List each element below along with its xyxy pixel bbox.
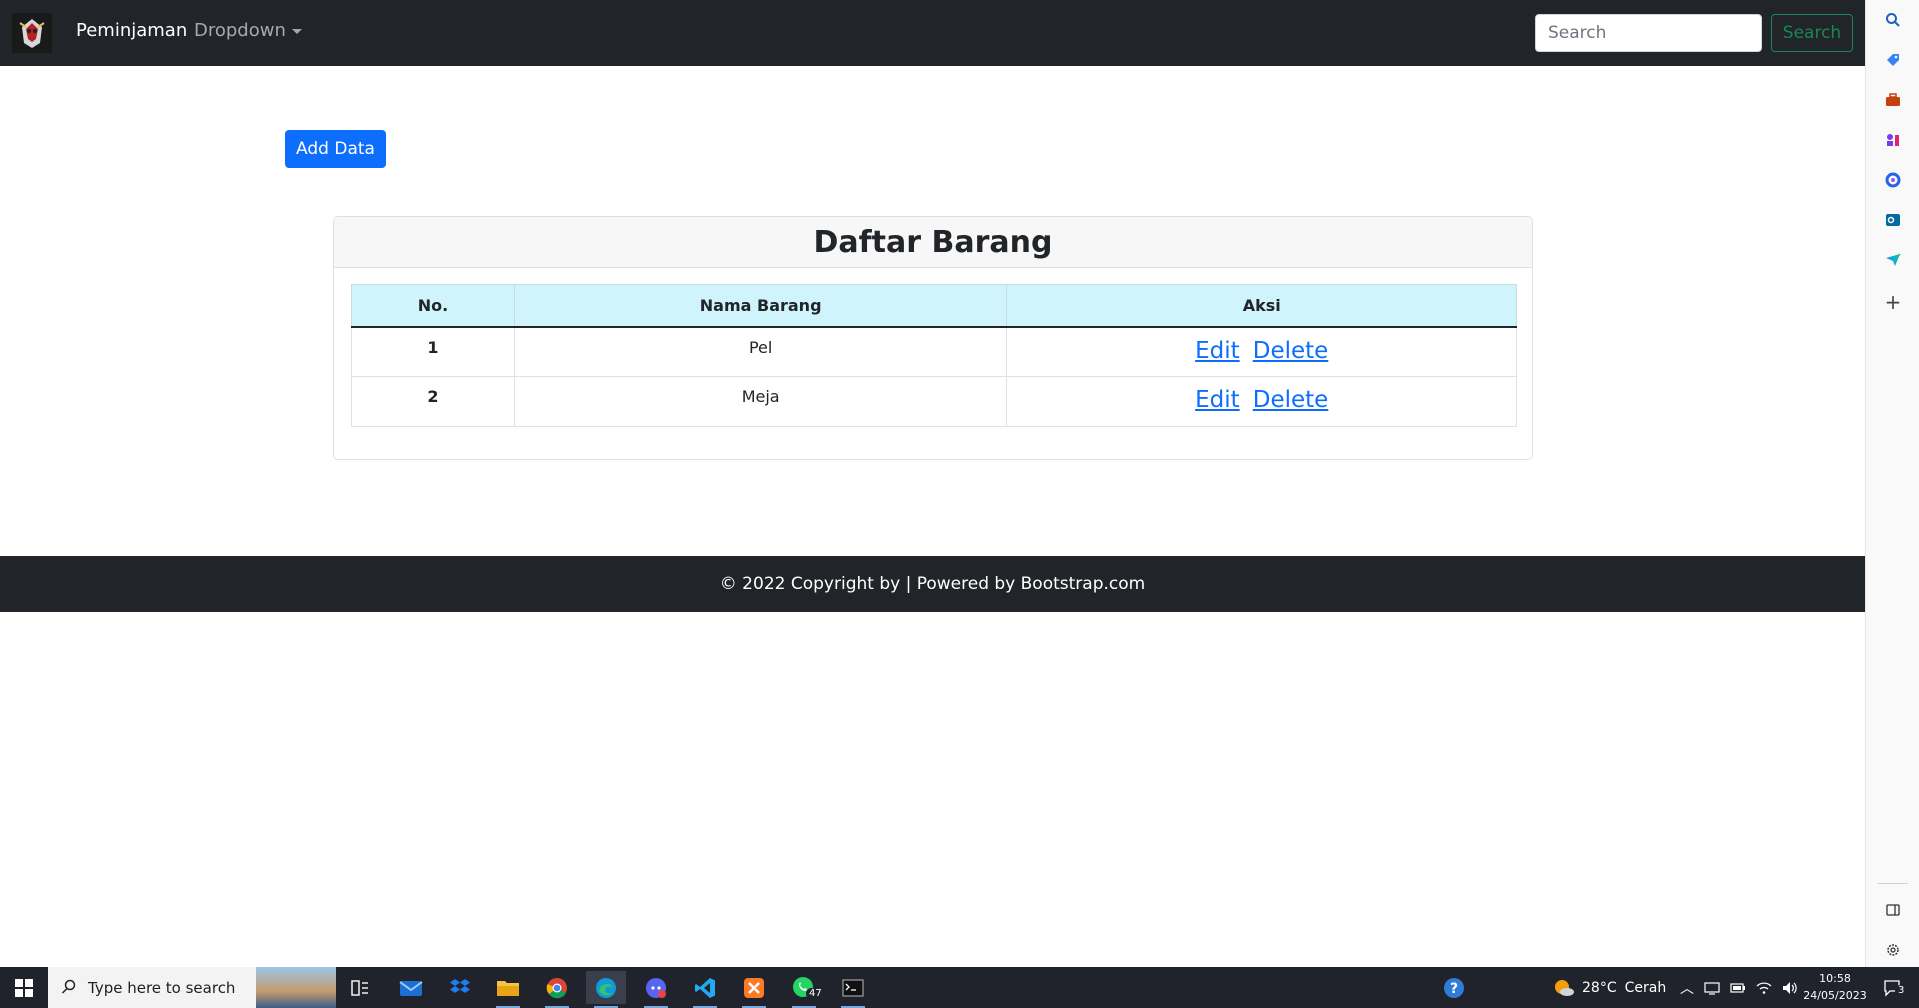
network-device-icon[interactable] — [1704, 981, 1720, 995]
sidebar-toggle-icon[interactable] — [1883, 900, 1903, 920]
footer: © 2022 Copyright by | Powered by Bootstr… — [0, 556, 1865, 612]
navbar-brand[interactable]: Peminjaman — [76, 20, 187, 41]
column-header-nama-barang: Nama Barang — [513, 284, 1008, 328]
footer-text: © 2022 Copyright by | Powered by Bootstr… — [719, 574, 1146, 594]
edge-sidebar: + — [1865, 0, 1919, 967]
dropbox-icon[interactable] — [440, 971, 480, 1004]
table-row: 2 Meja Edit Delete — [351, 376, 1517, 427]
xampp-icon[interactable] — [734, 971, 774, 1008]
whatsapp-badge: 47 — [806, 988, 825, 999]
windows-start-button[interactable] — [0, 967, 48, 1008]
discord-icon[interactable] — [636, 971, 676, 1008]
file-explorer-icon[interactable] — [488, 971, 528, 1008]
clock-time: 10:58 — [1819, 972, 1851, 985]
items-card: Daftar Barang No. Nama Barang Aksi 1 Pel — [333, 216, 1533, 460]
search-icon — [61, 979, 76, 994]
outlook-icon[interactable] — [1883, 210, 1903, 230]
terminal-icon[interactable] — [833, 971, 873, 1008]
item-name: Pel — [513, 326, 1008, 377]
briefcase-icon[interactable] — [1883, 90, 1903, 110]
settings-icon[interactable] — [1883, 940, 1903, 960]
table-row: 1 Pel Edit Delete — [351, 326, 1517, 377]
navbar: Peminjaman Dropdown Search — [0, 0, 1865, 66]
office-icon[interactable] — [1883, 170, 1903, 190]
items-table: No. Nama Barang Aksi 1 Pel Edit Delete 2… — [351, 284, 1517, 427]
taskbar-clock[interactable]: 10:58 24/05/2023 — [1800, 970, 1870, 1004]
taskbar: Type here to search 47 ? 28°C Cerah ︿ 10… — [0, 967, 1919, 1008]
mail-icon[interactable] — [391, 971, 431, 1004]
row-actions: Edit Delete — [1006, 376, 1517, 427]
windows-logo-icon — [15, 978, 33, 997]
browser-viewport: Peminjaman Dropdown Search Add Data Daft… — [0, 0, 1865, 967]
row-actions: Edit Delete — [1006, 326, 1517, 377]
taskbar-search-placeholder: Type here to search — [88, 978, 236, 997]
brand-logo[interactable] — [12, 13, 52, 53]
card-header: Daftar Barang — [334, 217, 1532, 268]
table-header-row: No. Nama Barang Aksi — [351, 284, 1517, 328]
weather-sun-cloud-icon — [1555, 979, 1574, 996]
taskbar-search-box[interactable]: Type here to search — [48, 967, 336, 1008]
add-icon[interactable]: + — [1883, 290, 1903, 314]
weather-widget[interactable]: 28°C Cerah — [1552, 967, 1666, 1008]
wifi-icon[interactable] — [1756, 981, 1772, 995]
weather-temperature: 28°C — [1582, 979, 1617, 996]
edge-icon[interactable] — [586, 971, 626, 1008]
delete-link[interactable]: Delete — [1253, 387, 1329, 413]
volume-icon[interactable] — [1782, 981, 1798, 995]
system-tray: ︿ — [1680, 967, 1798, 1008]
item-name: Meja — [513, 376, 1008, 427]
chrome-icon[interactable] — [537, 971, 577, 1008]
games-icon[interactable] — [1883, 130, 1903, 150]
whatsapp-icon[interactable]: 47 — [784, 971, 825, 1008]
edit-link[interactable]: Edit — [1195, 387, 1240, 413]
search-highlight-image — [256, 967, 336, 1008]
notification-count-badge: 3 — [1895, 985, 1908, 996]
battery-icon[interactable] — [1730, 982, 1746, 994]
vscode-icon[interactable] — [685, 971, 725, 1008]
svg-text:?: ? — [1450, 981, 1458, 997]
search-input[interactable] — [1535, 14, 1762, 52]
dropdown-label: Dropdown — [194, 20, 286, 41]
search-icon[interactable] — [1883, 10, 1903, 30]
edit-link[interactable]: Edit — [1195, 338, 1240, 364]
column-header-no: No. — [351, 284, 515, 328]
tag-icon[interactable] — [1883, 50, 1903, 70]
caret-down-icon — [291, 28, 302, 34]
card-title: Daftar Barang — [813, 225, 1053, 260]
add-data-button[interactable]: Add Data — [285, 130, 386, 168]
navbar-dropdown[interactable]: Dropdown — [194, 20, 302, 41]
weather-description: Cerah — [1624, 979, 1667, 996]
chevron-up-icon[interactable]: ︿ — [1680, 978, 1694, 998]
notification-center-icon[interactable]: 3 — [1873, 971, 1913, 1004]
sidebar-divider — [1878, 883, 1908, 884]
send-icon[interactable] — [1883, 250, 1903, 270]
delete-link[interactable]: Delete — [1253, 338, 1329, 364]
row-number: 1 — [351, 326, 515, 377]
clock-date: 24/05/2023 — [1803, 989, 1867, 1002]
row-number: 2 — [351, 376, 515, 427]
column-header-aksi: Aksi — [1006, 284, 1517, 328]
help-icon[interactable]: ? — [1434, 971, 1474, 1004]
search-button[interactable]: Search — [1771, 14, 1853, 52]
task-view-icon[interactable] — [340, 971, 380, 1004]
